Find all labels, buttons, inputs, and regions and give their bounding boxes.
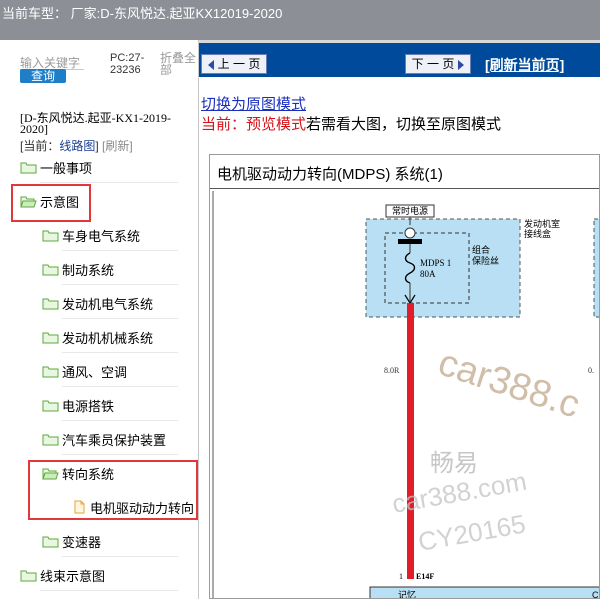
wiring-schematic-svg: 常时电源 发动机室 接线盒 组合 保险丝 MDPS 1 80A 8.0R 0. <box>212 191 599 599</box>
preview-mode-label: 当前：预览模式 <box>201 116 307 133</box>
current-suffix: ] <box>95 139 99 153</box>
query-button[interactable]: 查询 <box>20 69 66 83</box>
current-vehicle-title: 当前车型： 厂家:D-东风悦达.起亚KX12019-2020 <box>2 6 283 21</box>
tree-separator <box>40 590 178 591</box>
folder-icon <box>42 263 59 276</box>
tree-item-brake[interactable]: 制动系统 <box>42 258 114 280</box>
adjacent-junction-box <box>593 218 599 318</box>
junction-label-2: 保险丝 <box>472 255 499 266</box>
tree-item-general[interactable]: 一般事项 <box>20 156 92 178</box>
tree-item-label: 发动机电气系统 <box>62 296 154 312</box>
watermark-changyi: 畅易 <box>430 449 478 477</box>
fuse-name: MDPS 1 <box>420 258 451 268</box>
folder-icon <box>20 569 37 582</box>
tree-separator <box>40 182 178 183</box>
folder-icon <box>42 399 59 412</box>
tree-separator <box>62 250 178 251</box>
tree-item-label: 一般事项 <box>40 160 93 176</box>
always-power-label: 常时电源 <box>392 205 428 216</box>
tree-refresh-link[interactable]: [刷新] <box>102 139 133 153</box>
tree-item-label: 电源搭铁 <box>62 398 115 414</box>
folder-icon <box>42 535 59 548</box>
switch-original-mode-link[interactable]: 切换为原图模式 <box>201 93 306 114</box>
tree-separator <box>62 420 178 421</box>
tree-item-label: 汽车乘员保护装置 <box>62 432 167 448</box>
pin-number: 1 <box>399 572 403 581</box>
refresh-page-link[interactable]: [刷新当前页] <box>485 55 564 75</box>
main-power-wire <box>407 303 414 579</box>
arrow-right-icon <box>458 59 465 70</box>
tree-item-transmission[interactable]: 变速器 <box>42 530 101 552</box>
collapse-all-button[interactable]: 折叠全部 <box>160 52 198 76</box>
wiring-diagram[interactable]: 电机驱动动力转向(MDPS) 系统(1) 常时电源 发动机室 接线盒 组合 保险… <box>209 154 600 599</box>
highlight-box-steering <box>28 460 198 520</box>
page-nav-bar: 上 一 页 下 一 页 [刷新当前页] <box>199 40 600 77</box>
connector-code: E14F <box>416 572 434 581</box>
junction-label-1: 组合 <box>472 244 490 255</box>
prev-page-button[interactable]: 上 一 页 <box>201 54 267 74</box>
bus-bar <box>398 239 422 244</box>
watermark-cy: CY20165 <box>416 509 528 557</box>
tree-item-label: 制动系统 <box>62 262 115 278</box>
tree-item-power-ground[interactable]: 电源搭铁 <box>42 394 114 416</box>
content-panel: 上 一 页 下 一 页 [刷新当前页] 切换为原图模式 当前：预览模式若需看大图… <box>199 40 600 599</box>
memory-power-label-1: 记忆 <box>398 589 416 599</box>
tree-item-label: 线束示意图 <box>40 568 106 584</box>
tree-separator <box>62 352 178 353</box>
preview-mode-notice: 当前：预览模式若需看大图，切换至原图模式 <box>201 113 501 134</box>
tree-item-label: 车身电气系统 <box>62 228 141 244</box>
tree-separator <box>62 454 178 455</box>
engine-room-label-1: 发动机室 <box>524 218 560 229</box>
power-terminal <box>404 227 416 239</box>
current-location: [当前：线路图] [刷新] <box>20 137 133 154</box>
fuse-rating: 80A <box>420 269 436 279</box>
current-prefix: [当前： <box>20 139 60 153</box>
vehicle-path: [D-东风悦达.起亚-KX1-2019-2020] <box>20 111 171 136</box>
tree-separator <box>62 318 178 319</box>
arrow-left-icon <box>207 59 214 70</box>
wire-gauge-left: 8.0R <box>384 366 400 375</box>
tree-item-hvac[interactable]: 通风、空调 <box>42 360 127 382</box>
tree-separator <box>62 386 178 387</box>
left-panel: 输入关键字 查询 PC:27-23236 折叠全部 [D-东风悦达.起亚-KX1… <box>0 40 199 599</box>
folder-icon <box>42 365 59 378</box>
tree-item-engine-mechanical[interactable]: 发动机机械系统 <box>42 326 153 348</box>
folder-icon <box>20 161 37 174</box>
next-page-label: 下 一 页 <box>411 57 455 71</box>
folder-icon <box>42 433 59 446</box>
highlight-box-schematic <box>11 184 91 222</box>
engine-room-junction-box <box>365 218 521 318</box>
wire-gauge-right: 0. <box>588 366 594 375</box>
tree-item-label: 发动机机械系统 <box>62 330 154 346</box>
tree-item-label: 变速器 <box>62 534 102 550</box>
prev-page-label: 上 一 页 <box>217 57 261 71</box>
tree-separator <box>62 284 178 285</box>
folder-icon <box>42 331 59 344</box>
tree-separator <box>62 556 178 557</box>
right-edge-letter: C <box>592 590 599 599</box>
tree-item-engine-electrical[interactable]: 发动机电气系统 <box>42 292 153 314</box>
window-title-bar: 当前车型： 厂家:D-东风悦达.起亚KX12019-2020 <box>0 0 600 40</box>
pc-code-label: PC:27-23236 <box>110 52 145 76</box>
folder-icon <box>42 229 59 242</box>
tree-item-occupant-protection[interactable]: 汽车乘员保护装置 <box>42 428 166 450</box>
tree-item-body-electrical[interactable]: 车身电气系统 <box>42 224 140 246</box>
watermark-car388: car388.c <box>433 342 585 427</box>
engine-room-label-2: 接线盒 <box>524 228 551 239</box>
tree-item-harness-layout[interactable]: 线束示意图 <box>20 564 105 586</box>
folder-icon <box>42 297 59 310</box>
preview-mode-hint: 若需看大图，切换至原图模式 <box>306 116 502 133</box>
tree-item-label: 通风、空调 <box>62 364 128 380</box>
next-page-button[interactable]: 下 一 页 <box>405 54 471 74</box>
current-wiring-link[interactable]: 线路图 <box>59 139 95 153</box>
